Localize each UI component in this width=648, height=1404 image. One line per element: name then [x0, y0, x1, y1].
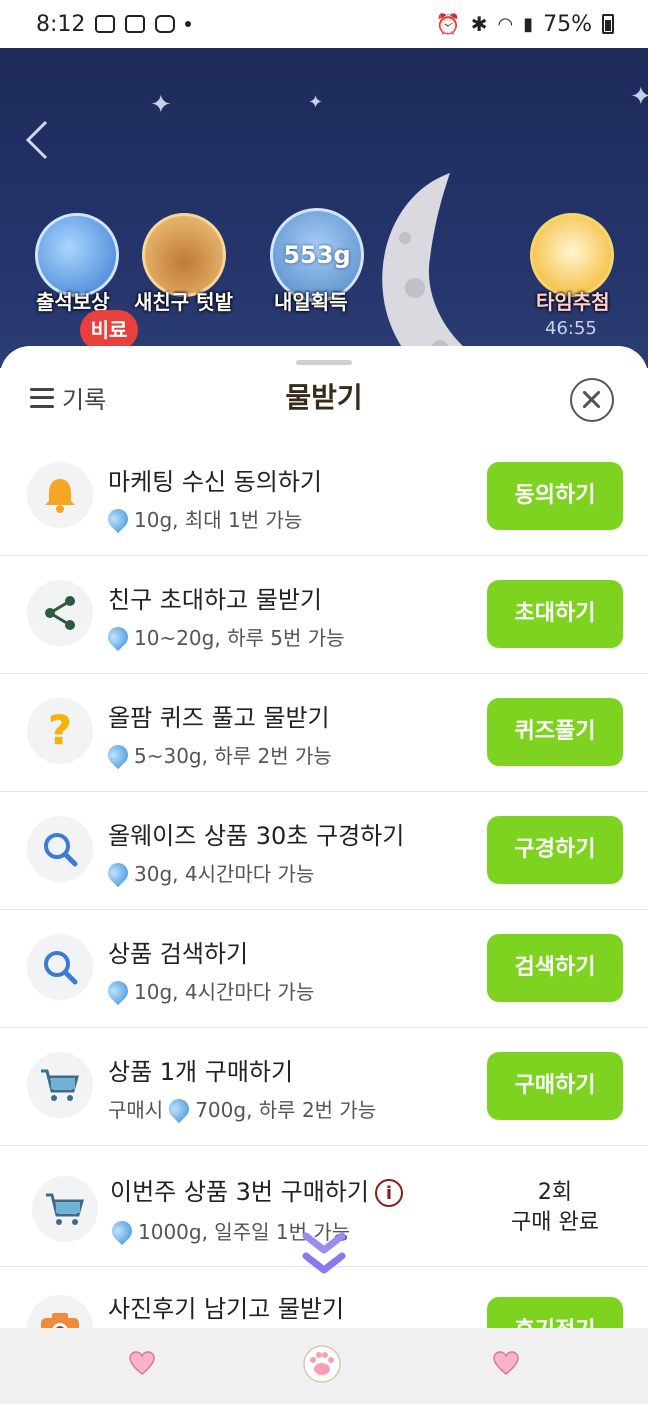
lottery-timer: 46:55 — [545, 318, 597, 339]
jar-amount: 553g — [283, 241, 351, 269]
paw-icon[interactable] — [302, 1344, 342, 1384]
water-drop-icon — [103, 858, 133, 887]
search-icon — [27, 816, 93, 882]
task-row-invite: 친구 초대하고 물받기 10~20g, 하루 5번 가능 초대하기 — [0, 556, 648, 674]
status-count: 2회 — [537, 1180, 573, 1205]
reward-text: 10g, 최대 1번 가능 — [134, 508, 303, 532]
star-decoration: ✦ — [150, 90, 172, 120]
lottery-balls-icon[interactable] — [530, 213, 614, 297]
task-row-browse: 올웨이즈 상품 30초 구경하기 30g, 4시간마다 가능 구경하기 — [0, 792, 648, 910]
bluetooth-icon: ✱ — [470, 12, 488, 36]
battery-icon — [602, 14, 614, 34]
cart-icon — [32, 1176, 98, 1242]
star-decoration: ✦ — [308, 92, 324, 113]
reward-prefix: 구매시 — [108, 1098, 164, 1122]
search-icon — [27, 934, 93, 1000]
more-notifications-icon — [185, 21, 192, 27]
tomorrow-gain-label[interactable]: 내일획득 — [274, 286, 348, 315]
search-button[interactable]: 검색하기 — [487, 934, 623, 1002]
water-drop-icon — [103, 504, 133, 533]
bottom-nav — [0, 1328, 648, 1404]
scroll-down-chevron-icon[interactable] — [300, 1228, 348, 1284]
cart-icon — [27, 1052, 93, 1118]
quiz-button[interactable]: 퀴즈풀기 — [487, 698, 623, 766]
fertilizer-badge[interactable]: 비료 — [80, 310, 138, 350]
battery-percent: 75% — [543, 11, 592, 37]
game-banner: ✦ ✦ ✦ 출석보상 새친구 텃밭 553g 내일획득 타임추첨 46:55 비… — [0, 48, 648, 368]
info-icon[interactable]: i — [374, 1179, 403, 1207]
new-friend-garden-label[interactable]: 새친구 텃밭 — [134, 286, 233, 315]
agree-button[interactable]: 동의하기 — [487, 462, 623, 530]
task-title: 올팜 퀴즈 풀고 물받기 — [108, 704, 330, 732]
task-reward: 10g, 4시간마다 가능 — [103, 976, 315, 1005]
wifi-icon: ◠ — [497, 13, 514, 35]
browse-button[interactable]: 구경하기 — [487, 816, 623, 884]
task-reward: 5~30g, 하루 2번 가능 — [103, 740, 332, 769]
water-drop-icon — [107, 1216, 137, 1245]
task-row-quiz: ? 올팜 퀴즈 풀고 물받기 5~30g, 하루 2번 가능 퀴즈풀기 — [0, 674, 648, 792]
task-reward: 30g, 4시간마다 가능 — [103, 858, 315, 887]
task-title: 상품 1개 구매하기 — [108, 1058, 294, 1086]
share-icon — [27, 580, 93, 646]
reward-text: 5~30g, 하루 2번 가능 — [134, 744, 332, 768]
reward-text: 10g, 4시간마다 가능 — [134, 980, 315, 1004]
purchase-status: 2회 구매 완료 — [487, 1178, 623, 1238]
close-button[interactable] — [570, 378, 614, 422]
water-drop-icon — [103, 740, 133, 769]
sheet-header: 기록 물받기 — [0, 368, 648, 428]
question-icon: ? — [27, 698, 93, 764]
task-row-marketing: 마케팅 수신 동의하기 10g, 최대 1번 가능 동의하기 — [0, 438, 648, 556]
task-title: 상품 검색하기 — [108, 940, 249, 968]
task-row-search: 상품 검색하기 10g, 4시간마다 가능 검색하기 — [0, 910, 648, 1028]
time-lottery-label[interactable]: 타임추첨 — [536, 286, 610, 315]
instagram-icon — [155, 15, 176, 33]
task-reward: 구매시 700g, 하루 2번 가능 — [108, 1094, 376, 1123]
task-reward: 10~20g, 하루 5번 가능 — [103, 622, 345, 651]
back-arrow-icon[interactable] — [22, 118, 62, 162]
water-drop-icon — [103, 622, 133, 651]
task-title: 올웨이즈 상품 30초 구경하기 — [108, 822, 405, 850]
task-title-text: 이번주 상품 3번 구매하기 — [110, 1178, 369, 1206]
reward-text: 30g, 4시간마다 가능 — [134, 862, 315, 886]
water-drop-icon — [165, 1094, 194, 1123]
webtoon-icon — [125, 15, 146, 33]
task-title: 마케팅 수신 동의하기 — [108, 468, 322, 496]
purchase-button[interactable]: 구매하기 — [487, 1052, 623, 1120]
signal-icon: ▮ — [523, 13, 534, 35]
bell-icon — [27, 462, 93, 528]
reward-text: 700g, 하루 2번 가능 — [195, 1098, 377, 1122]
task-title: 친구 초대하고 물받기 — [108, 586, 322, 614]
water-bottle-icon[interactable] — [35, 213, 119, 297]
task-title: 이번주 상품 3번 구매하기 i — [110, 1172, 403, 1207]
status-label: 구매 완료 — [511, 1210, 599, 1235]
water-drop-icon — [103, 976, 133, 1005]
sheet-title: 물받기 — [285, 381, 363, 414]
heart-icon[interactable] — [128, 1350, 156, 1376]
task-row-purchase: 상품 1개 구매하기 구매시 700g, 하루 2번 가능 구매하기 — [0, 1028, 648, 1146]
heart-icon[interactable] — [492, 1350, 520, 1376]
sheet-drag-handle[interactable] — [296, 360, 352, 365]
star-decoration: ✦ — [630, 82, 648, 112]
invite-button[interactable]: 초대하기 — [487, 580, 623, 648]
task-reward: 10g, 최대 1번 가능 — [103, 504, 303, 533]
status-bar: 8:12 ⏰ ✱ ◠ ▮ 75% — [0, 0, 648, 48]
status-time: 8:12 — [36, 11, 86, 37]
reward-text: 10~20g, 하루 5번 가능 — [134, 626, 345, 650]
gallery-icon — [95, 15, 116, 33]
task-title: 사진후기 남기고 물받기 — [108, 1295, 345, 1323]
alarm-icon: ⏰ — [435, 12, 461, 36]
plant-pot-icon[interactable] — [142, 213, 226, 297]
